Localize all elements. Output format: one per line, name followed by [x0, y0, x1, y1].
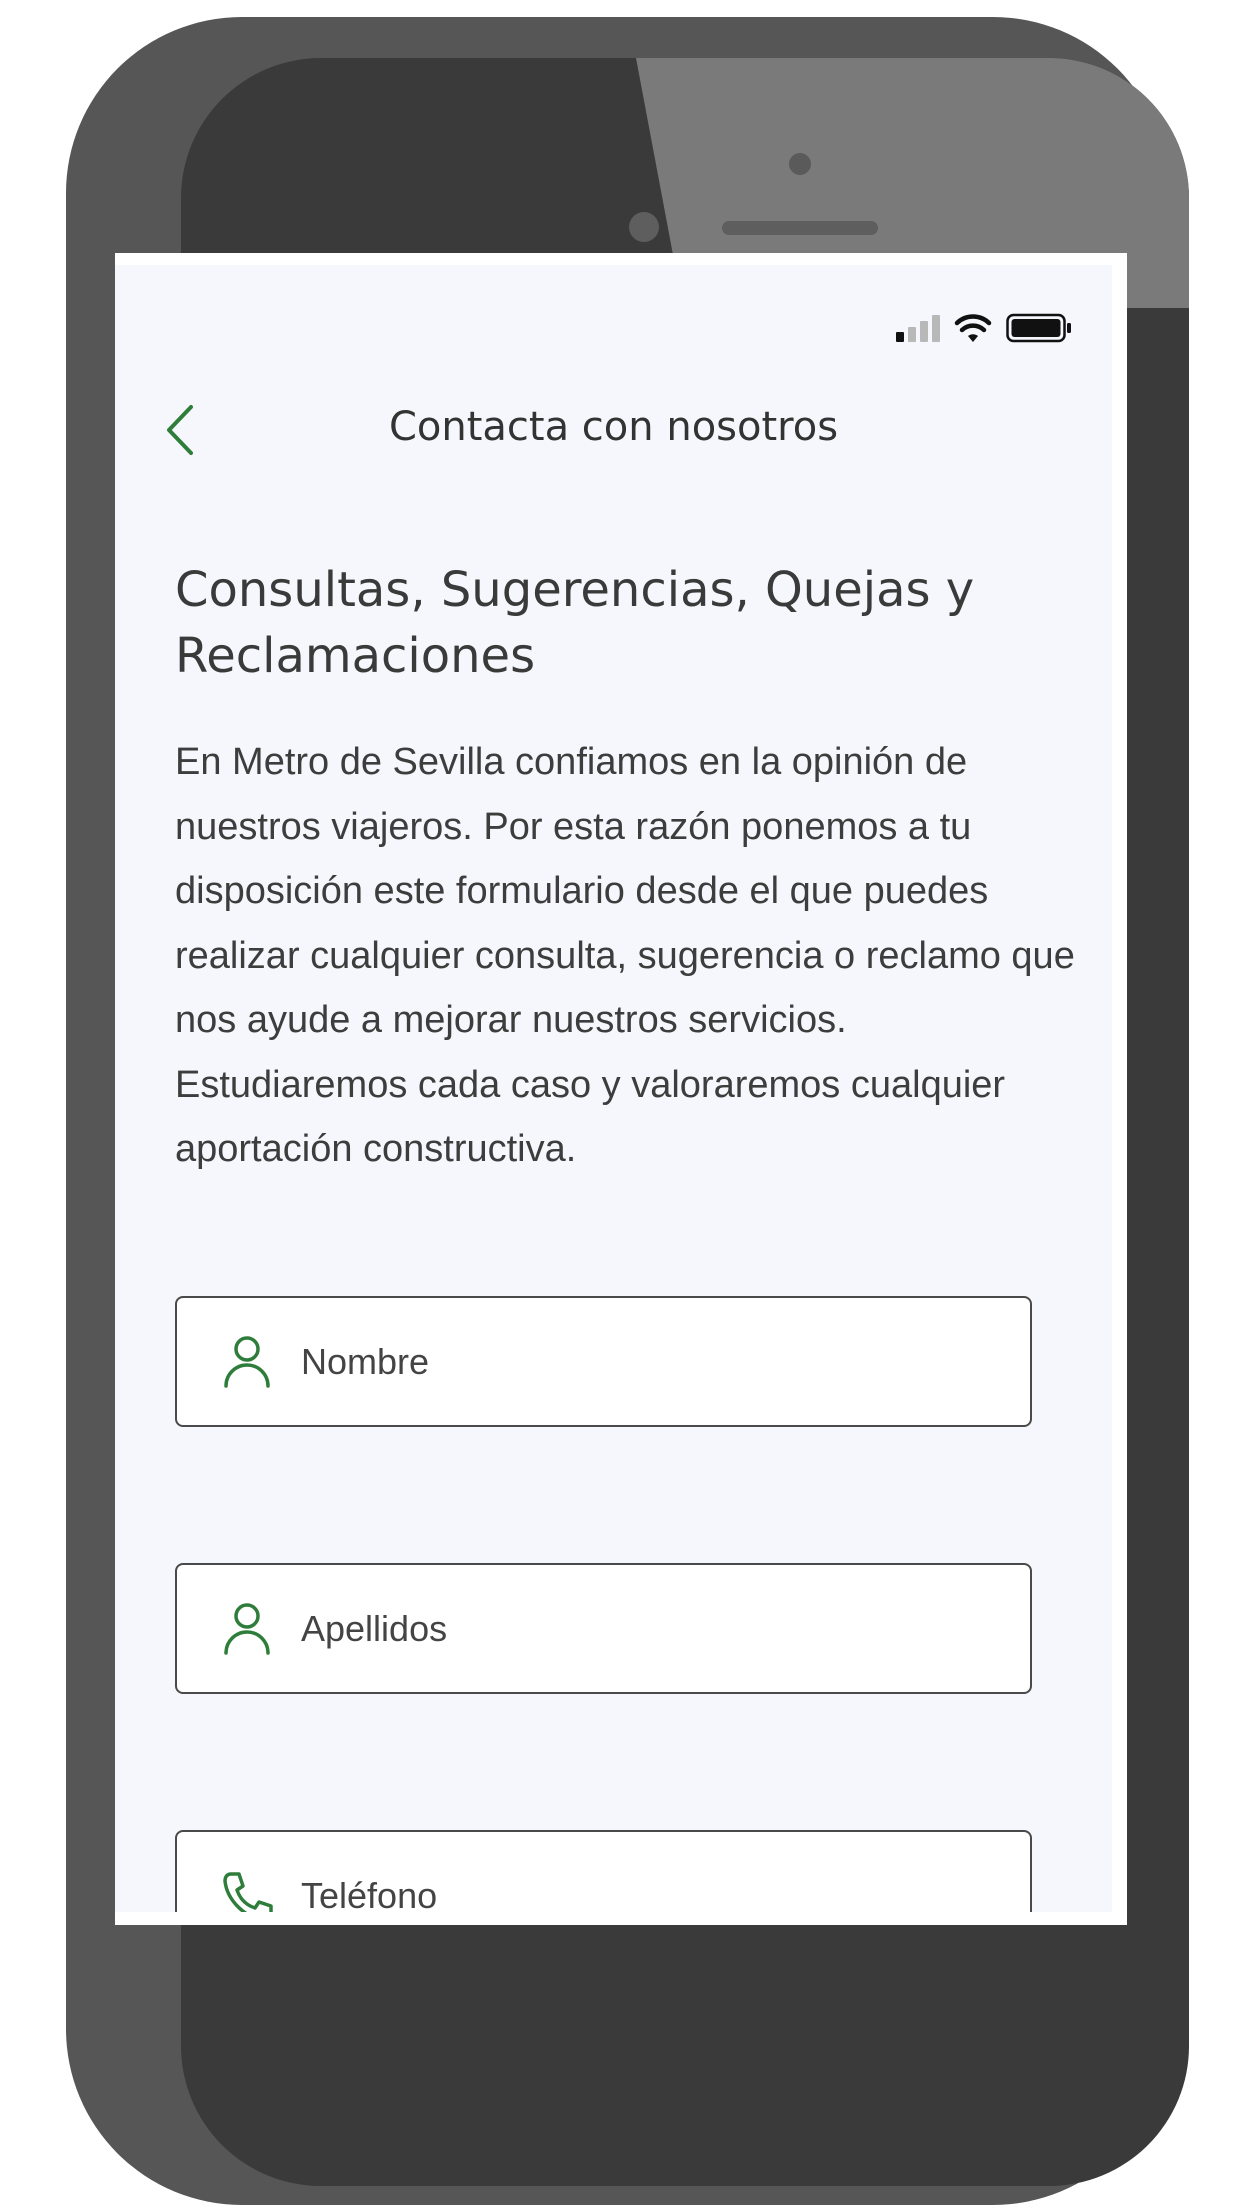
earpiece-speaker: [722, 221, 878, 235]
cellular-signal-icon: [896, 315, 940, 342]
device-mockup: Contacta con nosotros Consultas, Sugeren…: [0, 0, 1242, 2208]
wifi-icon: [954, 314, 992, 342]
nombre-placeholder: Nombre: [301, 1340, 430, 1382]
nombre-field[interactable]: Nombre: [175, 1296, 1032, 1427]
proximity-sensor: [789, 153, 811, 175]
status-bar: [896, 313, 1072, 343]
phone-icon: [217, 1866, 277, 1912]
app-view: Contacta con nosotros Consultas, Sugeren…: [115, 265, 1112, 1912]
page-title: Contacta con nosotros: [388, 404, 839, 450]
apellidos-placeholder: Apellidos: [301, 1607, 448, 1649]
section-heading: Consultas, Sugerencias, Quejas y Reclama…: [175, 562, 975, 684]
phone-screen: Contacta con nosotros Consultas, Sugeren…: [115, 253, 1127, 1925]
front-camera: [629, 212, 659, 242]
person-icon: [217, 1332, 277, 1392]
apellidos-field[interactable]: Apellidos: [175, 1563, 1032, 1694]
intro-description: En Metro de Sevilla confiamos en la opin…: [175, 741, 1075, 1170]
telefono-placeholder: Teléfono: [301, 1874, 438, 1913]
battery-icon: [1006, 313, 1071, 343]
person-icon: [217, 1599, 277, 1659]
telefono-field[interactable]: Teléfono: [175, 1830, 1032, 1912]
